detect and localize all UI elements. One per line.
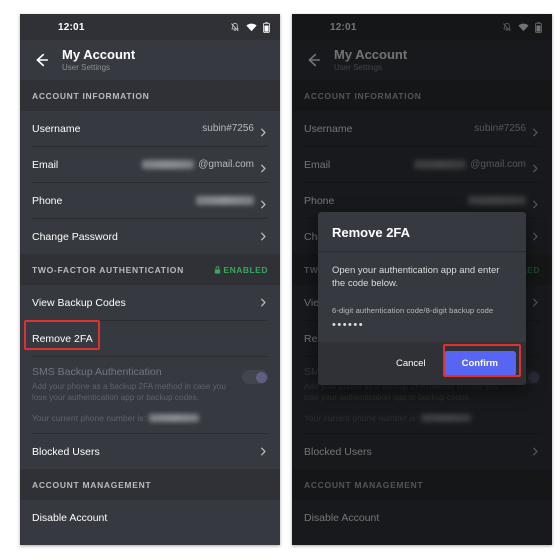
row-value: @gmail.com <box>142 159 254 170</box>
row-view-backup-codes[interactable]: View Backup Codes <box>20 285 280 320</box>
row-label: View Backup Codes <box>32 296 126 309</box>
chevron-right-icon <box>259 160 268 173</box>
section-header-account-information: ACCOUNT INFORMATION <box>20 80 280 111</box>
row-label: Disable Account <box>32 511 108 524</box>
row-label: Email <box>32 158 59 171</box>
sms-text-group: SMS Backup Authentication Add your phone… <box>32 366 242 403</box>
status-bar: 12:01 <box>20 14 280 40</box>
sms-backup-toggle[interactable] <box>242 370 268 384</box>
wifi-icon <box>246 23 257 32</box>
confirm-button[interactable]: Confirm <box>443 351 516 376</box>
dialog-actions: Cancel Confirm <box>318 342 526 385</box>
row-change-password[interactable]: Change Password <box>20 219 280 254</box>
chevron-right-icon <box>259 447 268 456</box>
row-label: Username <box>32 122 81 135</box>
row-label: Remove 2FA <box>32 332 93 345</box>
cancel-button[interactable]: Cancel <box>384 351 438 376</box>
battery-icon <box>263 21 270 33</box>
phone-panel-after: 12:01 My Accou <box>292 14 552 545</box>
remove-2fa-row[interactable]: Remove 2FA <box>20 321 280 356</box>
app-screen-before: 12:01 My Account User Settings ACCOUNT I… <box>20 14 280 545</box>
username-value: subin#7256 <box>202 123 254 134</box>
app-header: My Account User Settings <box>20 40 280 80</box>
row-blocked-users[interactable]: Blocked Users <box>20 434 280 469</box>
current-phone-label: Your current phone number is: <box>32 413 147 423</box>
auth-code-input[interactable]: •••••• <box>332 320 512 331</box>
header-text-group: My Account User Settings <box>62 47 135 73</box>
sms-backup-authentication-block: SMS Backup Authentication Add your phone… <box>20 357 280 413</box>
back-arrow-icon[interactable] <box>32 51 50 69</box>
section-header-two-factor: TWO-FACTOR AUTHENTICATION ENABLED <box>20 254 280 285</box>
current-phone-line: Your current phone number is: <box>20 413 280 433</box>
section-header-label: ACCOUNT INFORMATION <box>32 91 150 101</box>
page-title: My Account <box>62 47 136 62</box>
status-time: 12:01 <box>58 21 85 33</box>
dialog-body-text: Open your authentication app and enter t… <box>332 265 500 289</box>
auth-code-label: 6-digit authentication code/8-digit back… <box>332 306 494 315</box>
remove-2fa-dialog: Remove 2FA Open your authentication app … <box>318 212 526 385</box>
bell-muted-icon <box>230 22 240 33</box>
sms-description: Add your phone as a backup 2FA method in… <box>32 382 226 402</box>
auth-code-field[interactable]: 6-digit authentication code/8-digit back… <box>332 306 512 342</box>
row-phone[interactable]: Phone <box>20 183 280 218</box>
section-header-account-management: ACCOUNT MANAGEMENT <box>20 469 280 500</box>
row-label: Phone <box>32 194 63 207</box>
chevron-right-icon <box>259 124 268 137</box>
page-subtitle: User Settings <box>62 63 111 72</box>
section-header-label: ACCOUNT MANAGEMENT <box>32 480 152 490</box>
row-value <box>196 196 254 205</box>
row-username[interactable]: Username subin#7256 <box>20 111 280 146</box>
row-label: Change Password <box>32 230 118 243</box>
redacted-email-block <box>142 160 195 169</box>
dialog-title: Remove 2FA <box>332 225 411 240</box>
redacted-phone-block <box>196 196 254 205</box>
phone-panel-before: 12:01 My Account User Settings ACCOUNT I… <box>20 14 280 545</box>
section-header-label: TWO-FACTOR AUTHENTICATION <box>32 265 184 275</box>
row-email[interactable]: Email @gmail.com <box>20 147 280 182</box>
chevron-right-icon <box>259 232 268 241</box>
row-disable-account[interactable]: Disable Account <box>20 500 280 535</box>
confirm-button-wrap: Confirm <box>443 351 516 376</box>
chevron-right-icon <box>259 196 268 209</box>
redacted-current-phone <box>149 414 200 422</box>
chevron-right-icon <box>259 298 268 307</box>
row-label: Blocked Users <box>32 445 100 458</box>
toggle-knob <box>255 371 267 383</box>
screenshot-stage: 12:01 My Account User Settings ACCOUNT I… <box>0 0 560 560</box>
status-badge-label: ENABLED <box>223 265 268 275</box>
lock-icon <box>214 266 221 274</box>
sms-title: SMS Backup Authentication <box>32 366 162 378</box>
status-badge: ENABLED <box>214 265 268 275</box>
row-value: subin#7256 <box>202 123 254 134</box>
status-icon-group <box>230 21 270 33</box>
email-domain-value: @gmail.com <box>198 159 254 170</box>
